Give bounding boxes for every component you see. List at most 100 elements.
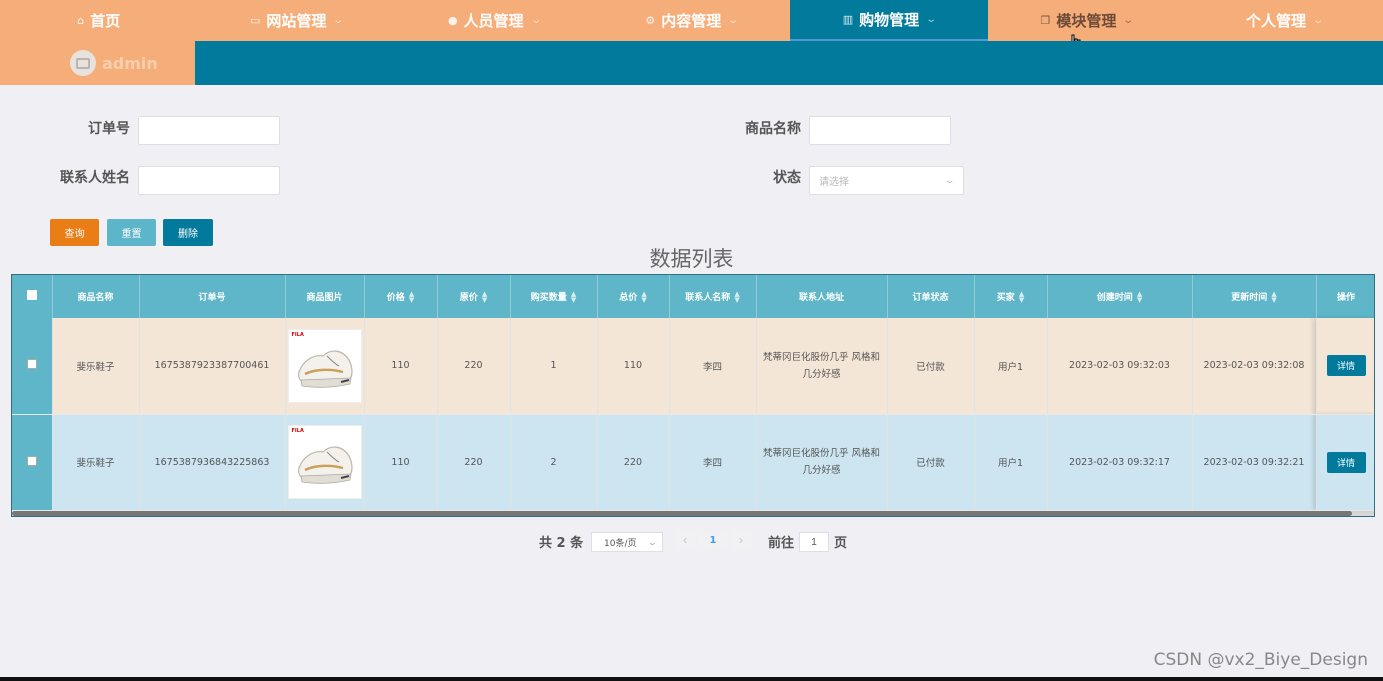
sort-icon[interactable]: ▲ ▼	[641, 291, 646, 304]
prev-page-button[interactable]: ‹	[675, 530, 695, 550]
cell-product-name: 斐乐鞋子	[52, 414, 140, 511]
gear-icon: ⚙	[645, 14, 656, 27]
page-size-value: 10条/页	[604, 538, 637, 549]
column-header[interactable]: 购买数量 ▲ ▼	[510, 275, 598, 318]
nav-item-label: 模块管理	[1056, 12, 1117, 30]
column-header: 订单状态	[887, 275, 975, 318]
query-button[interactable]: 查询	[50, 219, 99, 246]
top-navigation: ⌂ 首页 ▭ 网站管理 ⌄ ● 人员管理 ⌄ ⚙ 内容管理 ⌄ ▥ 购物管理 ⌄ ❐ 模块管理 ⌄ 个人管理 ⌄	[0, 0, 1383, 41]
table-row: 斐乐鞋子 1675387936843225863 FILA 110 220 2 220 李四梵…	[12, 414, 1374, 511]
horizontal-scrollbar[interactable]	[12, 511, 1352, 516]
column-header-label: 订单号	[198, 293, 226, 303]
cell-updated: 2023-02-03 09:32:21	[1192, 414, 1317, 511]
sort-icon[interactable]: ▲ ▼	[1137, 291, 1142, 304]
reset-button[interactable]: 重置	[107, 219, 156, 246]
cell-buyer: 用户1	[974, 318, 1048, 415]
user-bar: admin	[0, 41, 195, 85]
delete-button[interactable]: 删除	[163, 219, 213, 246]
column-header[interactable]: 原价 ▲ ▼	[437, 275, 511, 318]
cell-order-no: 1675387936843225863	[139, 414, 286, 511]
goto-label: 前往	[768, 535, 795, 551]
avatar-icon[interactable]	[70, 50, 96, 76]
select-all-checkbox[interactable]	[26, 290, 37, 300]
column-header: 订单号	[139, 275, 286, 318]
row-checkbox[interactable]	[26, 359, 37, 370]
column-header-label: 原价	[459, 292, 478, 303]
nav-item-4[interactable]: ▥ 购物管理 ⌄	[790, 0, 988, 41]
list-title: 数据列表	[649, 247, 734, 271]
watermark: CSDN @vx2_Biye_Design	[1153, 650, 1368, 670]
next-page-button[interactable]: ›	[731, 530, 751, 550]
chevron-down-icon: ⌄	[332, 15, 345, 26]
chevron-down-icon: ⌄	[1312, 15, 1325, 26]
product-image-cell: FILA	[285, 414, 365, 511]
sort-icon[interactable]: ▲ ▼	[734, 291, 739, 304]
sort-icon[interactable]: ▲ ▼	[409, 291, 414, 304]
contact-name-label: 联系人姓名	[60, 170, 130, 186]
product-image-cell: FILA	[285, 318, 365, 415]
column-header-label: 操作	[1336, 293, 1355, 303]
status-placeholder: 请选择	[819, 177, 849, 188]
nav-item-1[interactable]: ▭ 网站管理 ⌄	[198, 0, 396, 41]
column-header-label: 总价	[619, 292, 638, 303]
column-header[interactable]: 价格 ▲ ▼	[364, 275, 438, 318]
page-number-1[interactable]: 1	[698, 530, 728, 550]
detail-button[interactable]: 详情	[1326, 451, 1366, 473]
sort-icon[interactable]: ▲ ▼	[1271, 291, 1276, 304]
column-header-label: 创建时间	[1096, 292, 1133, 303]
header-bar	[195, 41, 1383, 85]
nav-item-label: 网站管理	[266, 12, 327, 30]
chevron-down-icon: ⌄	[529, 15, 542, 26]
order-no-label: 订单号	[88, 121, 130, 137]
column-header-label: 更新时间	[1231, 292, 1268, 303]
nav-item-6[interactable]: 个人管理 ⌄	[1185, 0, 1383, 41]
nav-item-label: 购物管理	[859, 11, 920, 29]
cell-updated: 2023-02-03 09:32:08	[1192, 318, 1317, 415]
page-unit-label: 页	[834, 535, 848, 551]
column-header: 商品名称	[52, 275, 140, 318]
column-header[interactable]: 创建时间 ▲ ▼	[1047, 275, 1193, 318]
column-header[interactable]: 联系人名称 ▲ ▼	[669, 275, 757, 318]
detail-button[interactable]: 详情	[1326, 355, 1366, 377]
product-image: FILA	[287, 425, 362, 499]
product-image: FILA	[287, 328, 362, 403]
row-checkbox[interactable]	[26, 455, 37, 466]
data-table: 商品名称 订单号 商品图片 价格 ▲ ▼ 原价 ▲ ▼ 购买数量 ▲ ▼ 总价 ▲ ▼ 联系人名称 ▲ ▼ 联系人地…	[11, 274, 1375, 517]
nav-item-5[interactable]: ❐ 模块管理 ⌄	[988, 0, 1186, 41]
sort-icon[interactable]: ▲ ▼	[482, 291, 487, 304]
cell-product-name: 斐乐鞋子	[52, 318, 140, 415]
cell-status: 已付款	[887, 414, 975, 511]
home-icon: ⌂	[77, 14, 85, 27]
nav-item-3[interactable]: ⚙ 内容管理 ⌄	[593, 0, 791, 41]
column-header-label: 买家	[996, 292, 1015, 303]
nav-item-label: 首页	[90, 12, 121, 30]
column-header[interactable]: 更新时间 ▲ ▼	[1192, 275, 1317, 318]
cell-price: 110	[364, 318, 438, 415]
cell-status: 已付款	[887, 318, 975, 415]
cell-quantity: 1	[510, 318, 598, 415]
product-name-input[interactable]	[809, 116, 951, 145]
nav-item-2[interactable]: ● 人员管理 ⌄	[395, 0, 593, 41]
cell-contact-name: 李四	[669, 318, 757, 415]
product-name-label: 商品名称	[745, 121, 801, 137]
column-header[interactable]: 买家 ▲ ▼	[974, 275, 1048, 318]
column-header[interactable]: 总价 ▲ ▼	[597, 275, 670, 318]
status-label: 状态	[773, 170, 801, 186]
order-no-input[interactable]	[138, 116, 280, 145]
sneaker-image	[297, 350, 353, 388]
table-header: 商品名称 订单号 商品图片 价格 ▲ ▼ 原价 ▲ ▼ 购买数量 ▲ ▼ 总价 ▲ ▼ 联系人名称 ▲ ▼ 联系人地…	[12, 275, 1374, 318]
cell-created: 2023-02-03 09:32:03	[1047, 318, 1193, 415]
status-select[interactable]: 请选择 ⌄	[809, 166, 964, 195]
product-image-brand: FILA	[291, 331, 304, 338]
action-cell: 详情	[1316, 414, 1374, 511]
contact-name-input[interactable]	[138, 166, 280, 195]
goto-page-input[interactable]	[799, 532, 829, 552]
row-select-cell	[12, 318, 53, 415]
page-size-select[interactable]: 10条/页 ⌄	[591, 532, 663, 552]
sort-icon[interactable]: ▲ ▼	[571, 291, 576, 304]
chevron-down-icon: ⌄	[925, 14, 938, 25]
column-header: 操作	[1316, 275, 1374, 318]
column-header-label: 联系人地址	[798, 293, 844, 303]
sort-icon[interactable]: ▲ ▼	[1019, 291, 1024, 304]
nav-item-0[interactable]: ⌂ 首页	[0, 0, 198, 41]
